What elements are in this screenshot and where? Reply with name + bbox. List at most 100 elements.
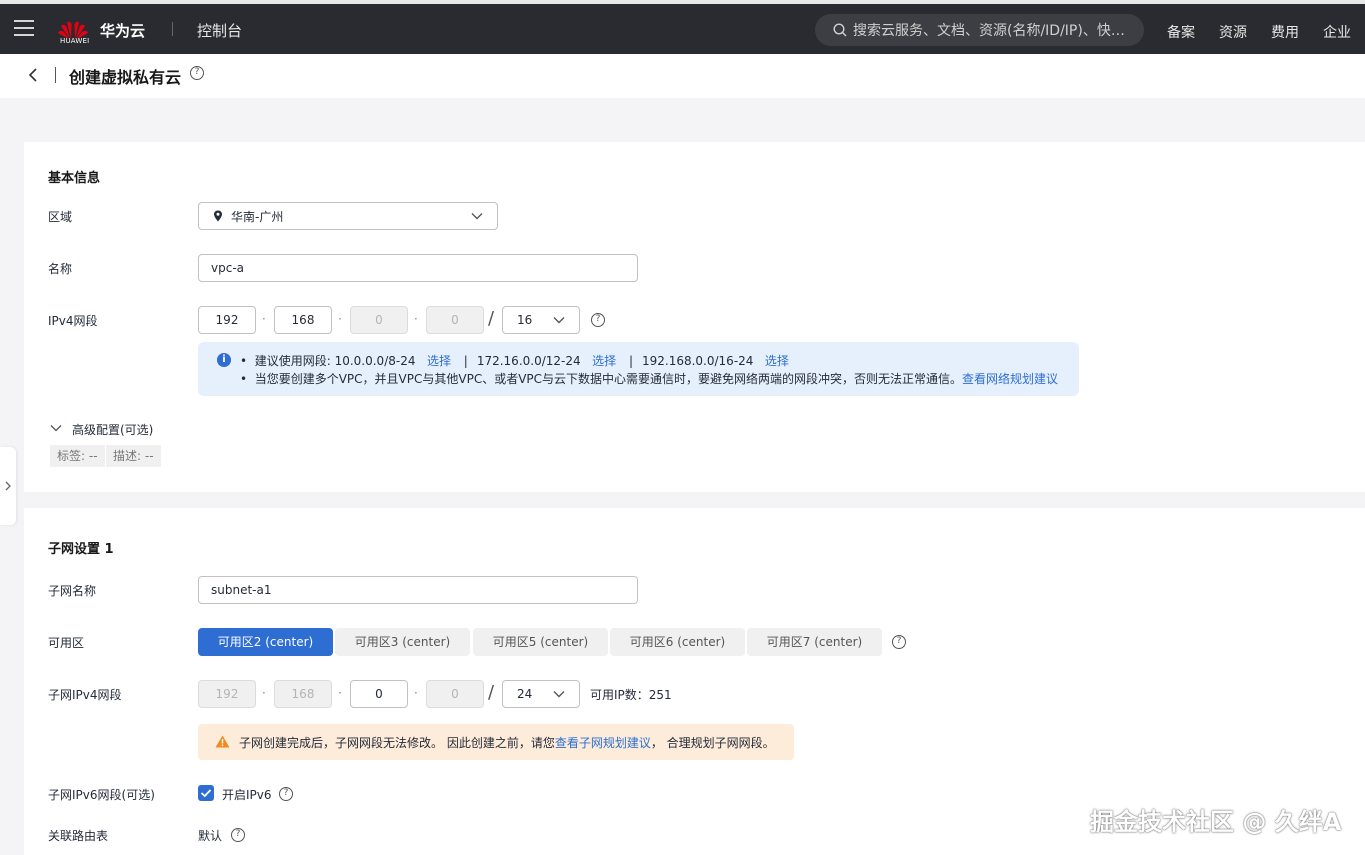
advanced-config-toggle[interactable]: 高级配置(可选): [72, 421, 153, 438]
region-value: 华南-广州: [231, 209, 284, 224]
nav-enterprise[interactable]: 企业: [1323, 22, 1351, 42]
enable-ipv6-label[interactable]: 开启IPv6: [222, 786, 272, 803]
subnet-warning-text: 子网创建完成后，子网网段无法修改。 因此创建之前，请您查看子网规划建议， 合理规…: [239, 734, 775, 751]
subnet-name-label: 子网名称: [48, 584, 97, 598]
az-option-6[interactable]: 可用区6 (center): [610, 628, 745, 656]
available-ip-count: 可用IP数：251: [590, 688, 672, 702]
chevron-right-icon: [5, 481, 11, 491]
console-link[interactable]: 控制台: [197, 20, 242, 41]
watermark-text: 掘金技术社区 @ 久绊A: [1090, 808, 1342, 836]
top-navigation-bar: HUAWEI 华为云 控制台 搜索云服务、文档、资源(名称/ID/IP)、快捷.…: [0, 0, 1365, 54]
subnet-mask-select[interactable]: 24: [502, 680, 580, 708]
warning-prefix: 子网创建完成后，子网网段无法修改。 因此创建之前，请您: [239, 736, 555, 750]
chevron-down-icon: [553, 691, 565, 698]
logo-text: HUAWEI: [60, 37, 90, 45]
vpc-name-value: vpc-a: [211, 261, 244, 275]
basic-info-title: 基本信息: [48, 171, 101, 186]
subnet-settings-title: 子网设置 1: [48, 542, 114, 557]
ipv4-octet-2-input[interactable]: 168: [274, 306, 332, 334]
cidr-tip-line-1: • 建议使用网段: 10.0.0.0/8-24 选择 | 172.16.0.0/1…: [240, 354, 789, 368]
subnet-octet-2-value: 168: [291, 687, 315, 701]
route-table-label: 关联路由表: [48, 829, 109, 843]
chevron-down-icon: [471, 213, 483, 220]
vpc-name-label: 名称: [48, 262, 73, 276]
nav-filing[interactable]: 备案: [1167, 22, 1195, 42]
az-option-3[interactable]: 可用区3 (center): [335, 628, 470, 656]
subnet-octet-4-input: 0: [426, 680, 484, 708]
description-summary: 描述: --: [106, 445, 161, 467]
subnet-name-value: subnet-a1: [211, 583, 272, 597]
tip-seg3-text: 192.168.0.0/16-24: [641, 354, 754, 368]
subnet-octet-1-value: 192: [215, 687, 239, 701]
help-icon[interactable]: ?: [591, 313, 605, 327]
tip-seg1-text: 建议使用网段: 10.0.0.0/8-24: [254, 354, 416, 368]
octet-separator: ·: [414, 686, 418, 700]
help-icon[interactable]: ?: [190, 66, 204, 80]
help-icon[interactable]: ?: [231, 828, 245, 842]
vpc-name-input[interactable]: vpc-a: [198, 254, 638, 282]
back-arrow-icon[interactable]: [26, 66, 40, 84]
octet-separator: ·: [262, 686, 266, 700]
ipv4-mask-value: 16: [517, 313, 533, 327]
tip-separator: |: [628, 354, 633, 368]
ipv4-mask-select[interactable]: 16: [502, 306, 580, 334]
octet-separator: ·: [414, 312, 418, 326]
nav-billing[interactable]: 费用: [1271, 22, 1299, 42]
az-option-2[interactable]: 可用区2 (center): [198, 628, 333, 656]
az-label: 可用区: [48, 636, 85, 650]
select-seg2-link[interactable]: 选择: [592, 354, 616, 368]
ipv4-octet-1-value: 192: [215, 313, 239, 327]
nav-resources[interactable]: 资源: [1219, 22, 1247, 42]
octet-separator: ·: [262, 312, 266, 326]
ipv4-octet-4-value: 0: [451, 313, 459, 327]
help-icon[interactable]: ?: [892, 635, 906, 649]
ipv4-octet-4-input: 0: [426, 306, 484, 334]
subnet-octet-3-input[interactable]: 0: [350, 680, 408, 708]
ipv4-octet-2-value: 168: [291, 313, 315, 327]
side-panel-toggle[interactable]: [0, 447, 16, 525]
subnet-octet-4-value: 0: [451, 687, 459, 701]
region-label: 区域: [48, 210, 73, 224]
subnet-octet-3-value: 0: [375, 687, 383, 701]
route-table-value: 默认: [198, 829, 223, 843]
checkmark-icon: [200, 789, 212, 798]
select-seg3-link[interactable]: 选择: [765, 354, 789, 368]
brand-name[interactable]: 华为云: [100, 20, 145, 41]
page-title: 创建虚拟私有云: [69, 68, 182, 87]
hamburger-menu-icon[interactable]: [14, 20, 34, 36]
octet-separator: ·: [338, 312, 342, 326]
tip-seg2-text: 172.16.0.0/12-24: [476, 354, 581, 368]
subnet-name-input[interactable]: subnet-a1: [198, 576, 638, 604]
info-icon: i: [217, 353, 231, 367]
enable-ipv6-checkbox[interactable]: [198, 785, 214, 801]
tip-separator: |: [463, 354, 468, 368]
topbar-divider: [172, 22, 173, 36]
warning-suffix: ， 合理规划子网网段。: [650, 736, 775, 750]
subnet-planning-link[interactable]: 查看子网规划建议: [555, 736, 651, 750]
header-divider: [55, 67, 56, 83]
ipv4-octet-3-input: 0: [350, 306, 408, 334]
chevron-down-icon[interactable]: [50, 424, 62, 432]
search-icon: [833, 23, 847, 37]
az-option-7[interactable]: 可用区7 (center): [747, 628, 882, 656]
subnet-warning-box: 子网创建完成后，子网网段无法修改。 因此创建之前，请您查看子网规划建议， 合理规…: [198, 724, 794, 760]
warning-icon: [215, 735, 230, 748]
subnet-octet-2-input: 168: [274, 680, 332, 708]
mask-slash: /: [488, 682, 495, 703]
tag-summary: 标签: --: [50, 445, 105, 467]
select-seg1-link[interactable]: 选择: [427, 354, 451, 368]
az-option-5[interactable]: 可用区5 (center): [473, 628, 608, 656]
cidr-tip-line-2: • 当您要创建多个VPC，并且VPC与其他VPC、或者VPC与云下数据中心需要通…: [240, 372, 1059, 386]
octet-separator: ·: [338, 686, 342, 700]
ipv4-octet-1-input[interactable]: 192: [198, 306, 256, 334]
tip-line2-text: 当您要创建多个VPC，并且VPC与其他VPC、或者VPC与云下数据中心需要通信时…: [254, 372, 963, 386]
chevron-down-icon: [553, 317, 565, 324]
subnet-ipv4-label: 子网IPv4网段: [48, 688, 122, 702]
global-search-input[interactable]: 搜索云服务、文档、资源(名称/ID/IP)、快捷...: [815, 14, 1144, 46]
region-select[interactable]: 华南-广州: [198, 202, 498, 230]
subnet-mask-value: 24: [517, 687, 533, 701]
help-icon[interactable]: ?: [279, 787, 293, 801]
ipv4-cidr-label: IPv4网段: [48, 314, 98, 328]
network-planning-link[interactable]: 查看网络规划建议: [962, 372, 1058, 386]
search-placeholder: 搜索云服务、文档、资源(名称/ID/IP)、快捷...: [853, 23, 1138, 39]
